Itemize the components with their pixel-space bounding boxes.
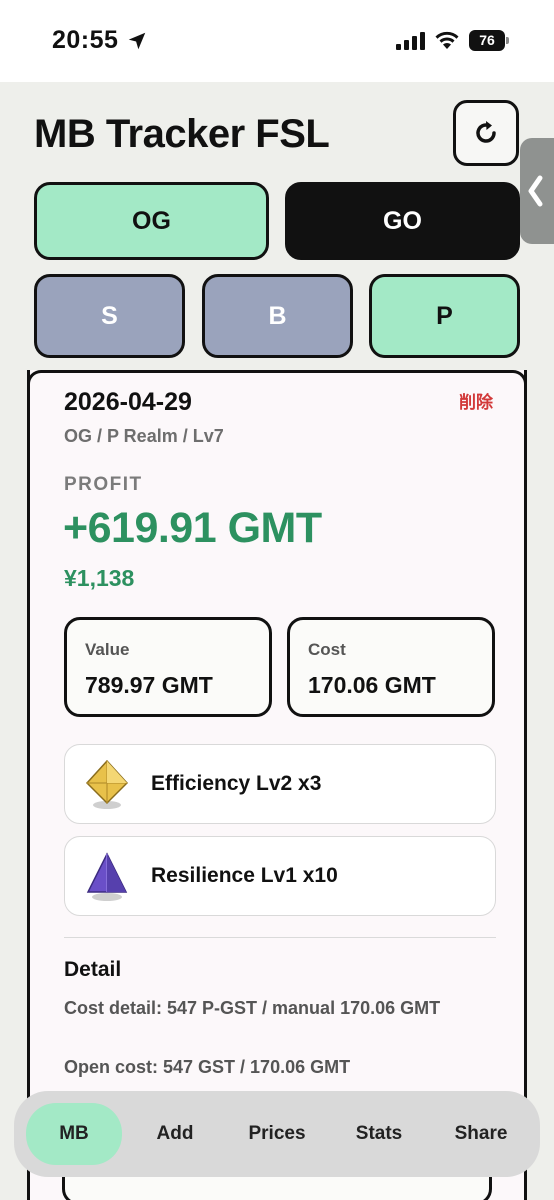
p-label: P <box>436 301 453 330</box>
p-button[interactable]: P <box>369 274 520 358</box>
nav-add[interactable]: Add <box>128 1103 222 1165</box>
refresh-button[interactable] <box>453 100 519 166</box>
divider <box>64 937 496 938</box>
gem-label: Resilience Lv1 x10 <box>151 864 338 887</box>
entry-date: 2026-04-29 <box>64 388 192 416</box>
signal-icon <box>396 32 425 50</box>
nav-prices[interactable]: Prices <box>230 1103 324 1165</box>
b-label: B <box>268 301 287 330</box>
side-panel-handle[interactable] <box>520 138 554 244</box>
nav-stats[interactable]: Stats <box>332 1103 426 1165</box>
cost-detail-text: Cost detail: 547 P-GST / manual 170.06 G… <box>64 998 441 1018</box>
cost-label: Cost <box>308 640 346 659</box>
nav-prices-label: Prices <box>248 1123 306 1144</box>
bottom-nav: MB Add Prices Stats Share <box>14 1091 540 1177</box>
go-button[interactable]: GO <box>285 182 520 260</box>
nav-stats-label: Stats <box>355 1123 403 1144</box>
wifi-icon <box>435 31 459 49</box>
value-amount: 789.97 GMT <box>85 672 213 698</box>
purple-gem-icon <box>86 852 128 901</box>
yellow-gem-icon <box>85 759 129 809</box>
nav-mb-label: MB <box>59 1123 89 1144</box>
gem-row: Resilience Lv1 x10 <box>64 836 496 916</box>
value-box: Value 789.97 GMT <box>64 617 272 717</box>
gem-label: Efficiency Lv2 x3 <box>151 772 322 795</box>
battery-level: 76 <box>479 32 495 48</box>
detail-title: Detail <box>64 958 122 981</box>
nav-add-label: Add <box>156 1123 194 1144</box>
profit-yen: ¥1,138 <box>64 565 135 591</box>
gem-row: Efficiency Lv2 x3 <box>64 744 496 824</box>
go-label: GO <box>383 206 422 235</box>
profit-value: +619.91 GMT <box>63 504 322 552</box>
nav-mb[interactable]: MB <box>26 1103 122 1165</box>
og-button[interactable]: OG <box>34 182 269 260</box>
chevron-left-icon <box>528 175 543 207</box>
delete-button[interactable]: 削除 <box>459 388 493 413</box>
nav-share[interactable]: Share <box>434 1103 528 1165</box>
entry-card: 2026-04-29 削除 OG / P Realm / Lv7 PROFIT … <box>27 370 527 1200</box>
profit-label: PROFIT <box>64 474 143 495</box>
s-button[interactable]: S <box>34 274 185 358</box>
s-label: S <box>101 301 118 330</box>
status-time: 20:55 <box>52 26 119 54</box>
cost-amount: 170.06 GMT <box>308 672 436 698</box>
b-button[interactable]: B <box>202 274 353 358</box>
value-label: Value <box>85 640 130 659</box>
refresh-icon <box>476 121 496 143</box>
nav-share-label: Share <box>454 1123 508 1144</box>
og-label: OG <box>132 206 171 235</box>
location-arrow-icon <box>128 32 146 50</box>
status-bar: 20:55 76 <box>0 0 554 82</box>
open-cost-text: Open cost: 547 GST / 170.06 GMT <box>64 1057 351 1077</box>
app-title: MB Tracker FSL <box>34 112 330 156</box>
battery-icon: 76 <box>469 30 509 51</box>
entry-meta: OG / P Realm / Lv7 <box>64 426 224 446</box>
cost-box: Cost 170.06 GMT <box>287 617 495 717</box>
